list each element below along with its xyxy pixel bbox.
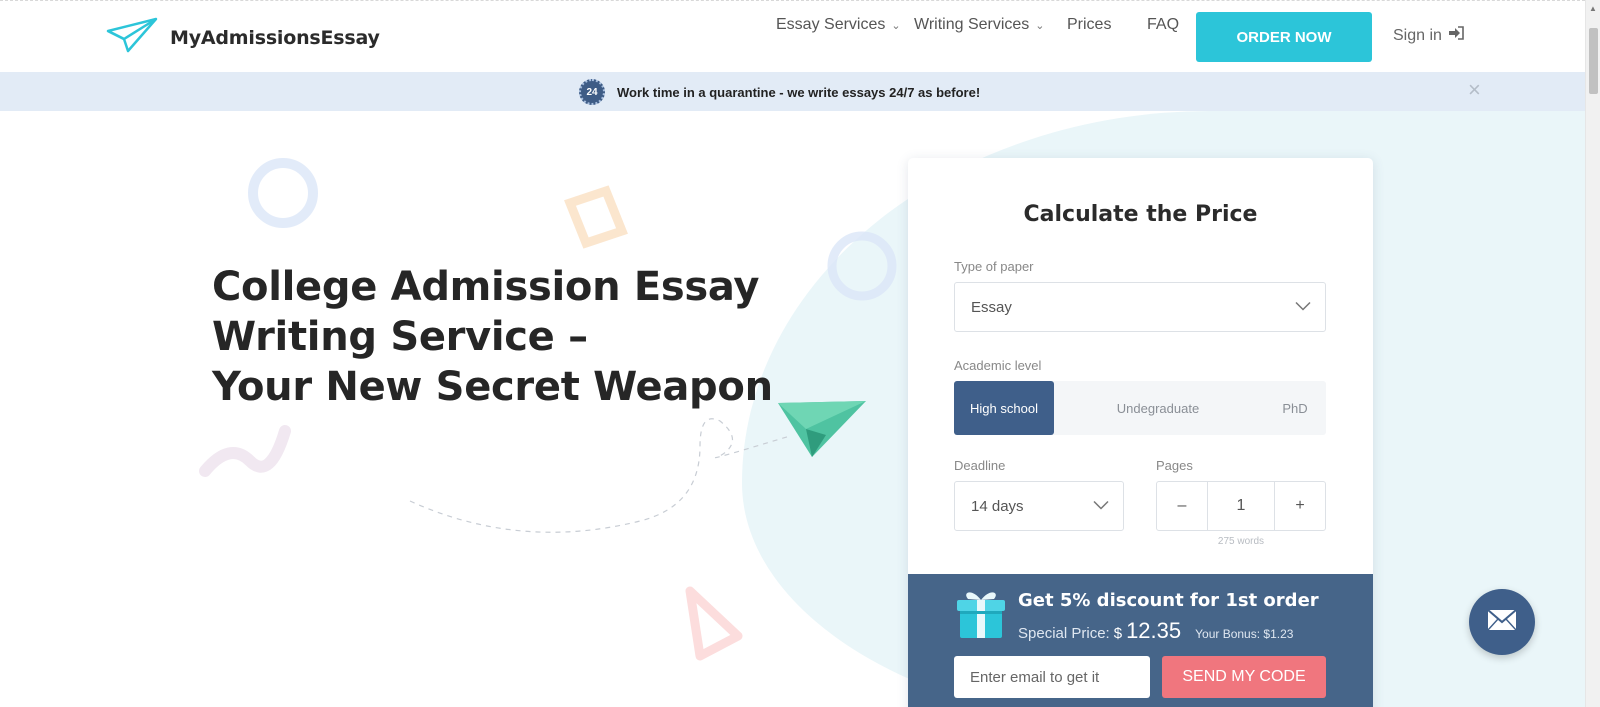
nav-essay-services[interactable]: Essay Services ⌄ [776,16,901,34]
sign-in-label: Sign in [1393,26,1442,44]
nav-faq[interactable]: FAQ [1147,16,1179,34]
deadline-label: Deadline [954,458,1006,473]
close-icon[interactable]: × [1468,77,1481,103]
chevron-down-icon: ⌄ [1035,19,1045,32]
nav-writing-services[interactable]: Writing Services ⌄ [914,16,1045,34]
discount-promo: Get 5% discount for 1st order Special Pr… [908,574,1373,707]
level-high-school[interactable]: High school [954,381,1054,435]
special-price: Special Price: $ 12.35 Your Bonus: $1.23 [1018,618,1293,644]
deadline-select[interactable]: 14 days [954,481,1124,531]
price-calculator: Calculate the Price Type of paper Essay … [908,158,1373,707]
pages-increment-button[interactable]: + [1275,482,1325,530]
send-code-button[interactable]: SEND MY CODE [1162,656,1326,698]
banner-text: Work time in a quarantine - we write ess… [617,84,981,100]
hero-title-line: College Admission Essay [212,264,760,310]
scroll-up-icon[interactable]: ▲ [1589,4,1597,13]
chevron-down-icon [1295,299,1311,316]
logo[interactable]: MyAdmissionsEssay [106,17,380,58]
hero-title-line: Your New Secret Weapon [212,364,773,410]
chevron-down-icon [1093,498,1109,515]
site-header: MyAdmissionsEssay Essay Services ⌄ Writi… [0,0,1585,72]
deadline-value: 14 days [971,497,1024,515]
word-count: 275 words [1217,536,1265,547]
contact-mail-button[interactable] [1469,589,1535,655]
level-phd[interactable]: PhD [1264,381,1326,435]
special-price-value: 12.35 [1126,618,1182,643]
nav-label: Writing Services [914,16,1030,33]
level-undergraduate[interactable]: Undegraduate [1074,381,1242,435]
logo-text: MyAdmissionsEssay [170,26,380,49]
type-of-paper-label: Type of paper [954,259,1034,274]
nav-label: Essay Services [776,16,886,33]
sign-in-link[interactable]: Sign in [1393,26,1464,45]
special-price-label: Special Price: [1018,625,1110,642]
type-of-paper-value: Essay [971,298,1012,316]
calculator-title: Calculate the Price [1023,202,1258,227]
nav-label: FAQ [1147,16,1180,33]
paper-plane-icon [106,17,158,58]
quarantine-banner: 24 Work time in a quarantine - we write … [0,72,1585,111]
pages-stepper: – 1 + [1156,481,1326,531]
nav-prices[interactable]: Prices [1067,16,1111,34]
hero-title-line: Writing Service – [212,314,588,360]
academic-level-toggle: High school Undegraduate PhD [954,381,1326,435]
promo-title: Get 5% discount for 1st order [1018,590,1319,611]
hero-title: College Admission Essay Writing Service … [212,262,773,412]
chevron-down-icon: ⌄ [891,19,901,32]
pages-label: Pages [1156,458,1193,473]
type-of-paper-select[interactable]: Essay [954,282,1326,332]
24-7-icon: 24 [579,79,605,105]
gift-icon [954,586,1008,645]
pages-decrement-button[interactable]: – [1157,482,1207,530]
scrollbar-thumb[interactable] [1589,28,1598,94]
sign-in-icon [1448,26,1464,45]
pages-value[interactable]: 1 [1207,482,1275,530]
academic-level-label: Academic level [954,358,1042,373]
order-now-button[interactable]: ORDER NOW [1196,12,1372,62]
bonus-text: Your Bonus: $1.23 [1195,627,1294,641]
paper-plane-icon [778,401,866,457]
email-input[interactable] [954,656,1150,698]
mail-icon [1487,608,1517,636]
page-scrollbar[interactable]: ▲ [1585,0,1600,707]
currency-symbol: $ [1113,625,1123,642]
nav-label: Prices [1067,16,1112,33]
